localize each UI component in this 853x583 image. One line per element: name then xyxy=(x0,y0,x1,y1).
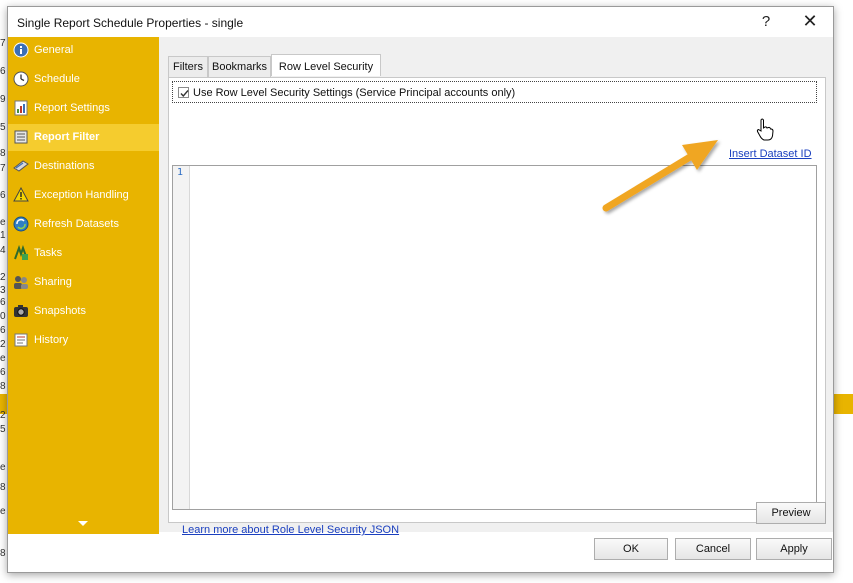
rls-checkbox[interactable] xyxy=(178,87,189,98)
sidebar-item-tasks[interactable]: Tasks xyxy=(8,240,159,267)
history-icon xyxy=(14,333,28,347)
tab-filters[interactable]: Filters xyxy=(168,56,208,77)
refresh-icon xyxy=(13,216,29,232)
sidebar-item-report-settings[interactable]: Report Settings xyxy=(8,95,159,122)
hand-cursor-icon xyxy=(756,118,774,141)
sidebar-item-label: Tasks xyxy=(34,247,63,259)
sidebar-item-label: Exception Handling xyxy=(34,189,129,201)
preview-button[interactable]: Preview xyxy=(756,502,826,524)
rls-checkbox-row[interactable]: Use Row Level Security Settings (Service… xyxy=(172,81,817,103)
help-button[interactable]: ? xyxy=(756,13,776,33)
clock-icon xyxy=(13,71,29,87)
sidebar-nav: General Schedule Report Settings Report … xyxy=(8,37,159,534)
checkmark-icon xyxy=(180,90,189,98)
sidebar-item-label: Schedule xyxy=(34,73,80,85)
info-icon xyxy=(13,42,29,58)
sidebar-item-refresh-datasets[interactable]: Refresh Datasets xyxy=(8,211,159,238)
destination-icon xyxy=(13,160,29,172)
dialog-title: Single Report Schedule Properties - sing… xyxy=(17,16,244,30)
sharing-icon xyxy=(14,276,28,289)
editor-gutter: 1 xyxy=(173,166,190,509)
sidebar-item-label: Destinations xyxy=(34,160,95,172)
sidebar-item-schedule[interactable]: Schedule xyxy=(8,66,159,93)
dialog-titlebar: Single Report Schedule Properties - sing… xyxy=(8,7,833,37)
close-button[interactable]: ✕ xyxy=(798,11,822,33)
report-settings-icon xyxy=(14,100,28,116)
apply-button[interactable]: Apply xyxy=(756,538,832,560)
sidebar-item-label: Report Settings xyxy=(34,102,110,114)
background-highlight-right xyxy=(834,394,853,414)
schedule-properties-dialog: Single Report Schedule Properties - sing… xyxy=(7,6,834,573)
sidebar-item-label: Snapshots xyxy=(34,305,86,317)
rls-json-editor[interactable]: 1 xyxy=(172,165,817,510)
sidebar-item-label: Sharing xyxy=(34,276,72,288)
warning-icon xyxy=(13,187,29,202)
line-number: 1 xyxy=(177,167,184,178)
ok-button[interactable]: OK xyxy=(594,538,668,560)
sidebar-item-sharing[interactable]: Sharing xyxy=(8,269,159,296)
filter-icon xyxy=(14,130,28,144)
sidebar-item-label: Report Filter xyxy=(34,131,100,143)
sidebar-item-label: General xyxy=(34,44,74,56)
cancel-button[interactable]: Cancel xyxy=(675,538,751,560)
sidebar-item-report-filter[interactable]: Report Filter xyxy=(8,124,159,151)
sidebar-item-general[interactable]: General xyxy=(8,37,159,64)
camera-icon xyxy=(14,305,28,317)
sidebar-item-exception-handling[interactable]: Exception Handling xyxy=(8,182,159,209)
rls-checkbox-label: Use Row Level Security Settings (Service… xyxy=(193,87,516,99)
sidebar-item-snapshots[interactable]: Snapshots xyxy=(8,298,159,325)
sidebar-item-label: Refresh Datasets xyxy=(34,218,119,230)
tab-bookmarks[interactable]: Bookmarks xyxy=(208,56,271,77)
learn-more-rls-link[interactable]: Learn more about Role Level Security JSO… xyxy=(182,524,399,536)
tab-row-level-security[interactable]: Row Level Security xyxy=(271,54,381,76)
row-level-security-panel: Use Row Level Security Settings (Service… xyxy=(168,77,826,536)
insert-dataset-id-link[interactable]: Insert Dataset ID xyxy=(729,148,812,160)
chevron-down-icon[interactable] xyxy=(77,520,89,528)
sidebar-item-label: History xyxy=(34,334,69,346)
sidebar-item-history[interactable]: History xyxy=(8,327,159,354)
sidebar-item-destinations[interactable]: Destinations xyxy=(8,153,159,180)
tasks-icon xyxy=(14,245,28,260)
content-panel: Filters Bookmarks Row Level Security Use… xyxy=(159,37,833,536)
